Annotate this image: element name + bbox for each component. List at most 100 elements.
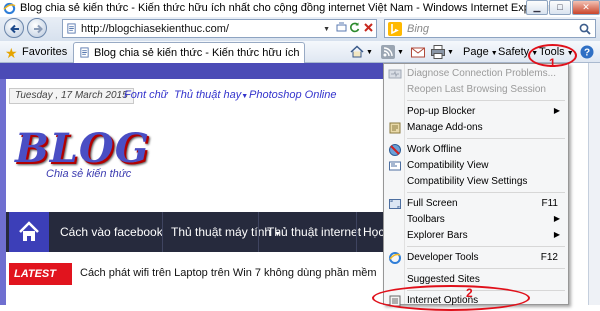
window-controls: ▁ □ ✕ (525, 0, 600, 17)
site-home-icon (19, 221, 39, 241)
nav-separator (258, 212, 259, 252)
menu-item-label: Work Offline (407, 144, 462, 155)
annotation-step-2: 2 (466, 286, 473, 300)
search-box[interactable]: Bing (384, 19, 596, 38)
forward-button[interactable] (27, 18, 47, 38)
bing-icon (388, 22, 402, 36)
page-menu-button[interactable]: Page ▼ (463, 44, 498, 61)
menu-item-label: Manage Add-ons (407, 122, 483, 133)
stop-icon[interactable] (360, 21, 376, 37)
menu-item-developer-tools[interactable]: Developer Tools F12 (386, 250, 566, 266)
submenu-arrow-icon: ▶ (553, 230, 560, 239)
svg-text:?: ? (584, 48, 590, 59)
window-title: Blog chia sẻ kiến thức - Kiến thức hữu í… (20, 2, 552, 14)
address-row: http://blogchiasekienthuc.com/ ▼ Bing (0, 17, 600, 41)
site-date: Tuesday , 17 March 2015 (9, 88, 134, 104)
page-right-margin (569, 63, 588, 305)
menu-item-diagnose[interactable]: Diagnose Connection Problems... (386, 66, 566, 82)
title-bar: Blog chia sẻ kiến thức - Kiến thức hữu í… (0, 0, 600, 17)
site-home-button[interactable] (9, 212, 49, 252)
site-logo[interactable]: BLOG (15, 129, 150, 169)
nav-item-internet-tips[interactable]: Thủ thuật internet (267, 225, 361, 239)
forward-arrow-icon (34, 24, 43, 34)
menu-item-label: Suggested Sites (407, 274, 480, 285)
print-dropdown-icon[interactable]: ▼ (447, 44, 454, 61)
address-bar[interactable]: http://blogchiasekienthuc.com/ ▼ (62, 19, 377, 38)
search-icon[interactable] (578, 22, 592, 36)
menu-item-label: Full Screen (407, 198, 458, 209)
latest-post-link[interactable]: Cách phát wifi trên Laptop trên Win 7 kh… (80, 267, 377, 279)
nav-separator (162, 212, 163, 252)
menu-separator (407, 138, 565, 139)
menu-item-work-offline[interactable]: Work Offline (386, 142, 566, 158)
help-icon[interactable]: ? (579, 44, 595, 60)
tools-dropdown-menu: Diagnose Connection Problems... Reopen L… (383, 63, 569, 307)
menu-item-reopen-session[interactable]: Reopen Last Browsing Session (386, 82, 566, 98)
home-dropdown-icon[interactable]: ▼ (366, 44, 373, 61)
address-dropdown-icon[interactable]: ▼ (323, 26, 330, 33)
menu-item-shortcut: F11 (541, 198, 559, 209)
menu-separator (407, 246, 565, 247)
menu-item-label: Pop-up Blocker (407, 106, 476, 117)
devtools-icon (389, 252, 401, 264)
tab-current[interactable]: Blog chia sẻ kiến thức - Kiến thức hữu í… (73, 42, 305, 63)
menu-item-popup-blocker[interactable]: Pop-up Blocker ▶ (386, 104, 566, 120)
page-menu-chevron-icon: ▼ (490, 50, 498, 57)
favorites-button[interactable]: ★ Favorites (2, 43, 72, 61)
mail-icon[interactable] (410, 44, 426, 60)
annotation-step-1: 1 (549, 56, 556, 70)
top-link-fonts[interactable]: Font chữ (124, 89, 168, 101)
work-offline-icon (389, 144, 401, 156)
fullscreen-icon (389, 199, 401, 209)
top-link-tips-label: Thủ thuật hay (174, 89, 242, 101)
menu-item-label: Toolbars (407, 214, 445, 225)
top-link-photoshop[interactable]: Photoshop Online (249, 89, 336, 101)
nav-item-facebook[interactable]: Cách vào facebook (60, 225, 163, 239)
nav-item-computer-tips[interactable]: Thủ thuật máy tính ▼ (171, 225, 281, 239)
latest-post-label: LATEST POST (9, 263, 72, 302)
menu-item-label: Reopen Last Browsing Session (407, 84, 546, 95)
minimize-button[interactable]: ▁ (526, 0, 548, 15)
vertical-scrollbar[interactable] (588, 63, 600, 305)
compat-icon (389, 161, 401, 171)
maximize-button[interactable]: □ (549, 0, 571, 15)
tab-favicon-icon (80, 47, 89, 58)
menu-item-manage-addons[interactable]: Manage Add-ons (386, 120, 566, 136)
nav-separator (356, 212, 357, 252)
submenu-arrow-icon: ▶ (553, 106, 560, 115)
menu-item-full-screen[interactable]: Full Screen F11 (386, 196, 566, 212)
addons-icon (389, 122, 401, 134)
menu-separator (407, 268, 565, 269)
annotation-circle-internet-options (372, 285, 530, 311)
menu-item-compat-settings[interactable]: Compatibility View Settings (386, 174, 566, 190)
top-link-tips-chevron-icon: ▼ (241, 93, 249, 100)
menu-separator (407, 100, 565, 101)
print-icon[interactable] (430, 44, 446, 60)
diagnose-icon (388, 69, 402, 79)
top-link-tips[interactable]: Thủ thuật hay▼ (174, 89, 248, 101)
favorites-star-icon: ★ (5, 45, 18, 61)
menu-item-label: Explorer Bars (407, 230, 468, 241)
search-placeholder: Bing (407, 23, 430, 35)
menu-item-shortcut: F12 (540, 252, 558, 263)
menu-item-label: Developer Tools (407, 252, 479, 263)
home-icon[interactable] (349, 44, 365, 60)
menu-item-label: Diagnose Connection Problems... (407, 68, 556, 79)
menu-separator (407, 192, 565, 193)
tab-label: Blog chia sẻ kiến thức - Kiến thức hữu í… (94, 47, 302, 59)
page-favicon-icon (67, 23, 76, 34)
menu-item-label: Compatibility View Settings (407, 176, 528, 187)
back-button[interactable] (4, 18, 24, 38)
menu-item-explorer-bars[interactable]: Explorer Bars ▶ (386, 228, 566, 244)
menu-item-compat-view[interactable]: Compatibility View (386, 158, 566, 174)
safety-menu-label: Safety (498, 46, 530, 58)
close-button[interactable]: ✕ (572, 0, 600, 15)
rss-feed-icon[interactable] (380, 44, 396, 60)
menu-item-toolbars[interactable]: Toolbars ▶ (386, 212, 566, 228)
page-menu-label: Page (463, 46, 489, 58)
back-arrow-icon (10, 24, 19, 34)
rss-dropdown-icon[interactable]: ▼ (397, 44, 404, 61)
ie-logo-icon (3, 2, 16, 15)
nav-item-hoc[interactable]: Học (363, 225, 384, 239)
address-url[interactable]: http://blogchiasekienthuc.com/ (81, 23, 229, 35)
